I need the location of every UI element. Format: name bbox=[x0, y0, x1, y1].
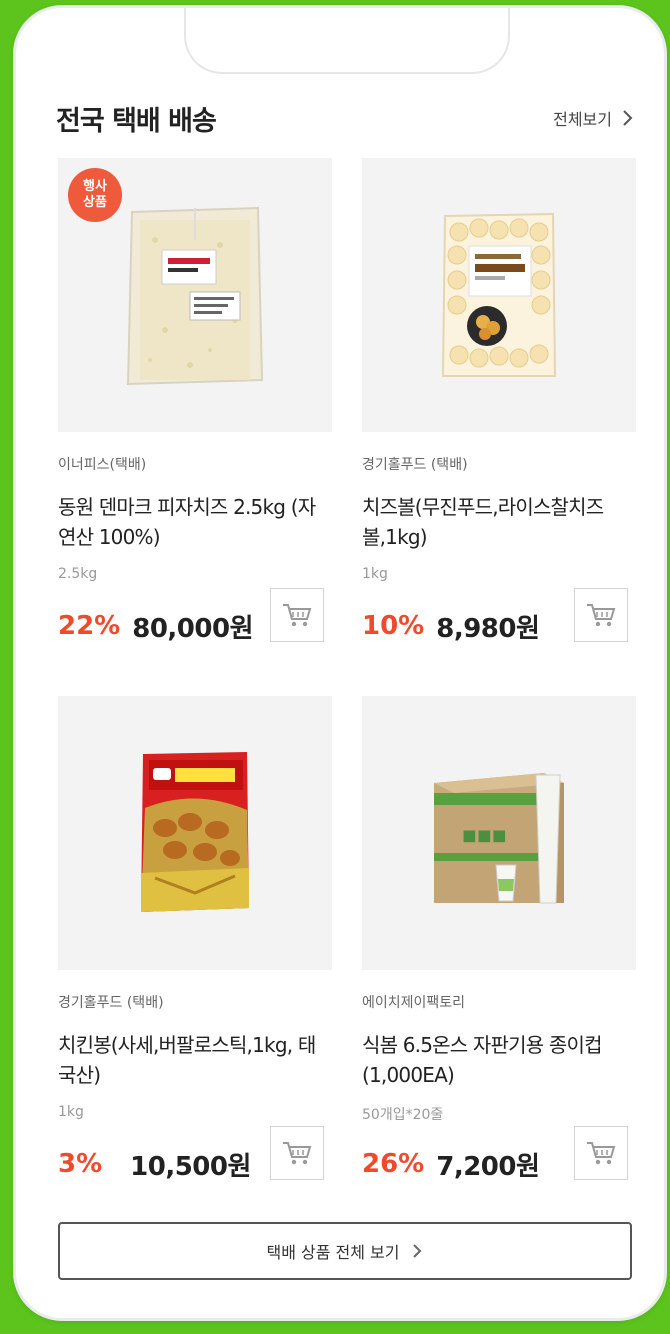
product-image[interactable] bbox=[58, 696, 332, 970]
product-image[interactable]: 행사 상품 bbox=[58, 158, 332, 432]
product-image[interactable] bbox=[362, 158, 636, 432]
product-unit: 1kg bbox=[362, 566, 388, 582]
product-unit: 1kg bbox=[58, 1104, 84, 1120]
chevron-right-icon bbox=[623, 110, 633, 126]
badge-line-1: 행사 bbox=[83, 179, 107, 194]
product-seller: 경기홀푸드 (택배) bbox=[362, 457, 468, 473]
discount-rate: 3% bbox=[58, 1149, 103, 1179]
add-to-cart-button[interactable] bbox=[574, 588, 628, 642]
view-all-delivery-label: 택배 상품 전체 보기 bbox=[266, 1243, 400, 1262]
discount-rate: 10% bbox=[362, 611, 425, 641]
product-name[interactable]: 식봄 6.5온스 자판기용 종이컵 (1,000EA) bbox=[362, 1030, 636, 1090]
price-row: 3% 10,500원 bbox=[58, 1144, 251, 1184]
product-price: 10,500원 bbox=[130, 1151, 251, 1182]
cheese-ball-bag-icon bbox=[441, 212, 557, 377]
product-image[interactable]: ◼◼◼ bbox=[362, 696, 636, 970]
price-row: 26% 7,200원 bbox=[362, 1144, 540, 1184]
price-row: 22% 80,000원 bbox=[58, 606, 253, 646]
chicken-stick-bag-icon bbox=[141, 752, 249, 912]
cart-icon bbox=[283, 604, 312, 627]
svg-text:◼◼◼: ◼◼◼ bbox=[462, 825, 507, 846]
product-seller: 이너피스(택배) bbox=[58, 457, 147, 473]
section-header: 전국 택배 배송 전체보기 bbox=[56, 96, 634, 140]
add-to-cart-button[interactable] bbox=[270, 588, 324, 642]
product-seller: 경기홀푸드 (택배) bbox=[58, 995, 164, 1011]
price-row: 10% 8,980원 bbox=[362, 606, 540, 646]
chevron-right-icon bbox=[412, 1244, 421, 1258]
product-seller: 에이치제이팩토리 bbox=[362, 995, 466, 1011]
cart-icon bbox=[283, 1142, 312, 1165]
product-price: 7,200원 bbox=[436, 1151, 540, 1182]
discount-rate: 22% bbox=[58, 611, 121, 641]
paper-cup-box-icon: ◼◼◼ bbox=[434, 773, 564, 904]
product-unit: 50개입*20줄 bbox=[362, 1107, 444, 1123]
view-all-delivery-products-button[interactable]: 택배 상품 전체 보기 bbox=[58, 1222, 632, 1280]
product-price: 8,980원 bbox=[436, 613, 540, 644]
product-price: 80,000원 bbox=[132, 613, 253, 644]
discount-rate: 26% bbox=[362, 1149, 425, 1179]
view-all-link[interactable]: 전체보기 bbox=[553, 106, 634, 130]
view-all-label: 전체보기 bbox=[553, 110, 612, 129]
product-name[interactable]: 치즈볼(무진푸드,라이스찰치즈볼,1kg) bbox=[362, 492, 636, 552]
cheese-bag-icon bbox=[126, 206, 264, 386]
product-unit: 2.5kg bbox=[58, 566, 98, 582]
badge-line-2: 상품 bbox=[83, 195, 107, 210]
phone-frame: 전국 택배 배송 전체보기 행사 상품 이너피스(택배) 동원 덴마크 피자치즈… bbox=[16, 8, 664, 1318]
cart-icon bbox=[587, 604, 616, 627]
product-name[interactable]: 동원 덴마크 피자치즈 2.5kg (자연산 100%) bbox=[58, 492, 332, 552]
product-name[interactable]: 치킨봉(사세,버팔로스틱,1kg, 태국산) bbox=[58, 1030, 332, 1090]
add-to-cart-button[interactable] bbox=[574, 1126, 628, 1180]
section-title: 전국 택배 배송 bbox=[56, 105, 217, 137]
event-badge: 행사 상품 bbox=[68, 168, 122, 222]
phone-notch bbox=[184, 8, 510, 74]
add-to-cart-button[interactable] bbox=[270, 1126, 324, 1180]
cart-icon bbox=[587, 1142, 616, 1165]
